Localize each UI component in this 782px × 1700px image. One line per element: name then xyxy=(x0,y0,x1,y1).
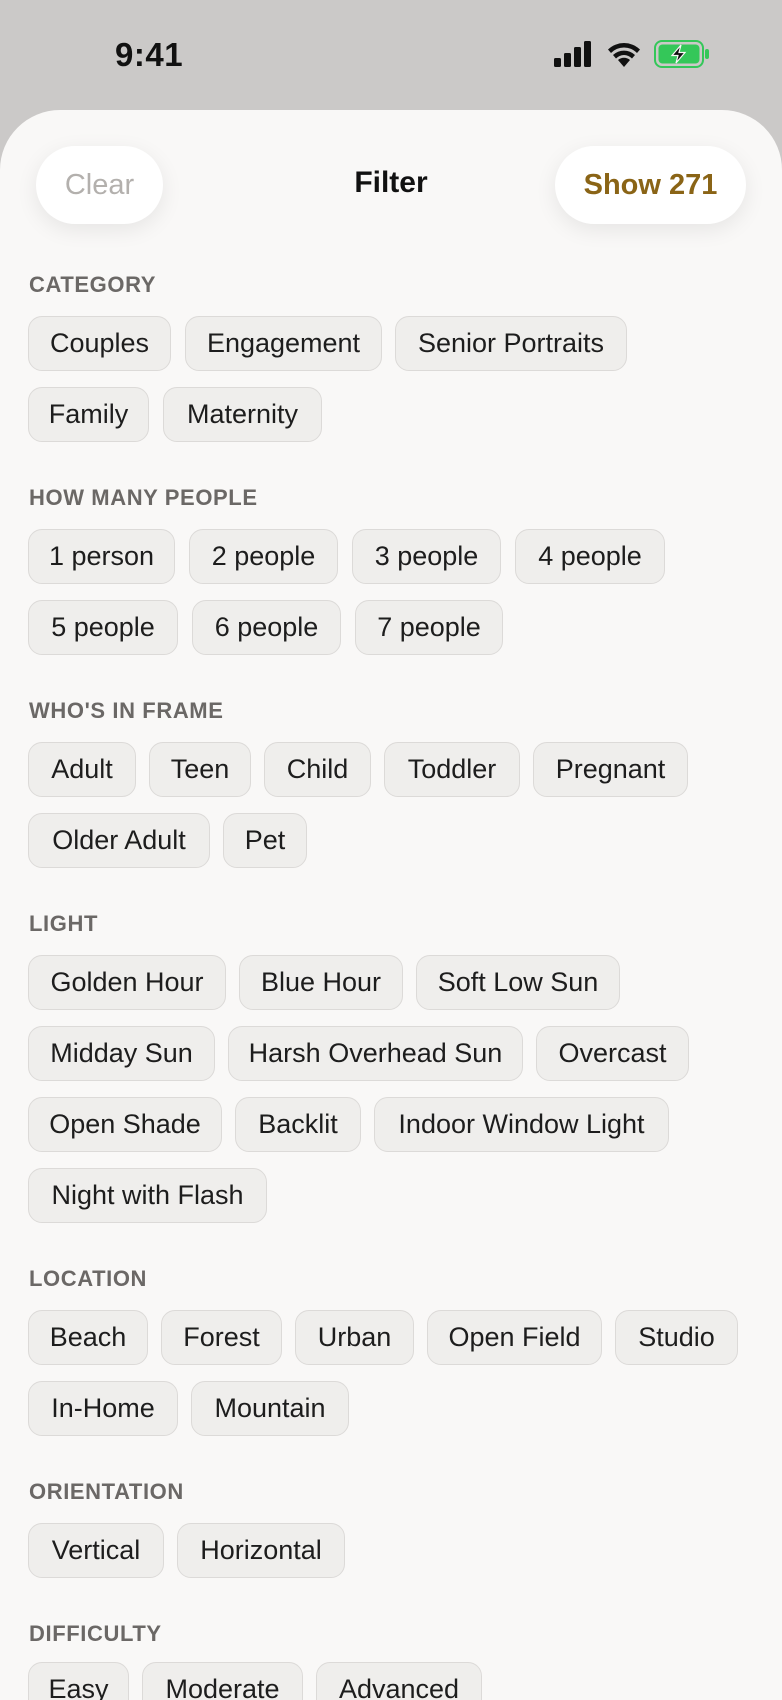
chip-urban[interactable]: Urban xyxy=(295,1310,414,1365)
chip-1-person[interactable]: 1 person xyxy=(28,529,175,584)
chip-2-people[interactable]: 2 people xyxy=(189,529,338,584)
status-bar: 9:41 xyxy=(0,0,782,110)
chip-forest[interactable]: Forest xyxy=(161,1310,282,1365)
chip-senior-portraits[interactable]: Senior Portraits xyxy=(395,316,627,371)
chip-couples[interactable]: Couples xyxy=(28,316,171,371)
chip-beach[interactable]: Beach xyxy=(28,1310,148,1365)
filter-sheet: Clear Filter Show 271 CATEGORY Couples E… xyxy=(0,110,782,1700)
show-results-button[interactable]: Show 271 xyxy=(555,146,746,224)
chip-midday-sun[interactable]: Midday Sun xyxy=(28,1026,215,1081)
chip-older-adult[interactable]: Older Adult xyxy=(28,813,210,868)
status-time: 9:41 xyxy=(115,36,184,73)
section-label-difficulty: DIFFICULTY xyxy=(29,1621,162,1646)
wifi-icon xyxy=(608,43,640,67)
section-label-whos-in-frame: WHO'S IN FRAME xyxy=(29,698,224,723)
status-icons xyxy=(554,40,710,68)
chip-maternity[interactable]: Maternity xyxy=(163,387,322,442)
chip-adult[interactable]: Adult xyxy=(28,742,136,797)
chip-indoor-window-light[interactable]: Indoor Window Light xyxy=(374,1097,669,1152)
chip-advanced[interactable]: Advanced xyxy=(316,1662,482,1700)
chip-backlit[interactable]: Backlit xyxy=(235,1097,361,1152)
chip-child[interactable]: Child xyxy=(264,742,371,797)
chip-overcast[interactable]: Overcast xyxy=(536,1026,689,1081)
chip-mountain[interactable]: Mountain xyxy=(191,1381,349,1436)
chip-horizontal[interactable]: Horizontal xyxy=(177,1523,345,1578)
chip-blue-hour[interactable]: Blue Hour xyxy=(239,955,403,1010)
section-label-how-many-people: HOW MANY PEOPLE xyxy=(29,485,258,510)
cellular-signal-icon xyxy=(554,41,591,67)
chip-studio[interactable]: Studio xyxy=(615,1310,738,1365)
chip-engagement[interactable]: Engagement xyxy=(185,316,382,371)
chip-open-shade[interactable]: Open Shade xyxy=(28,1097,222,1152)
chip-night-with-flash[interactable]: Night with Flash xyxy=(28,1168,267,1223)
chip-harsh-overhead-sun[interactable]: Harsh Overhead Sun xyxy=(228,1026,523,1081)
chip-in-home[interactable]: In-Home xyxy=(28,1381,178,1436)
chip-vertical[interactable]: Vertical xyxy=(28,1523,164,1578)
chip-open-field[interactable]: Open Field xyxy=(427,1310,602,1365)
chip-easy[interactable]: Easy xyxy=(28,1662,129,1700)
chip-moderate[interactable]: Moderate xyxy=(142,1662,303,1700)
chip-soft-low-sun[interactable]: Soft Low Sun xyxy=(416,955,620,1010)
chip-4-people[interactable]: 4 people xyxy=(515,529,665,584)
section-label-light: LIGHT xyxy=(29,911,98,936)
section-label-category: CATEGORY xyxy=(29,272,157,297)
chip-golden-hour[interactable]: Golden Hour xyxy=(28,955,226,1010)
chip-toddler[interactable]: Toddler xyxy=(384,742,520,797)
chip-7-people[interactable]: 7 people xyxy=(355,600,503,655)
chip-6-people[interactable]: 6 people xyxy=(192,600,341,655)
chip-3-people[interactable]: 3 people xyxy=(352,529,501,584)
chip-family[interactable]: Family xyxy=(28,387,149,442)
chip-pregnant[interactable]: Pregnant xyxy=(533,742,688,797)
chip-pet[interactable]: Pet xyxy=(223,813,307,868)
chip-teen[interactable]: Teen xyxy=(149,742,251,797)
section-label-location: LOCATION xyxy=(29,1266,148,1291)
chip-5-people[interactable]: 5 people xyxy=(28,600,178,655)
battery-charging-icon xyxy=(654,40,709,68)
section-label-orientation: ORIENTATION xyxy=(29,1479,184,1504)
